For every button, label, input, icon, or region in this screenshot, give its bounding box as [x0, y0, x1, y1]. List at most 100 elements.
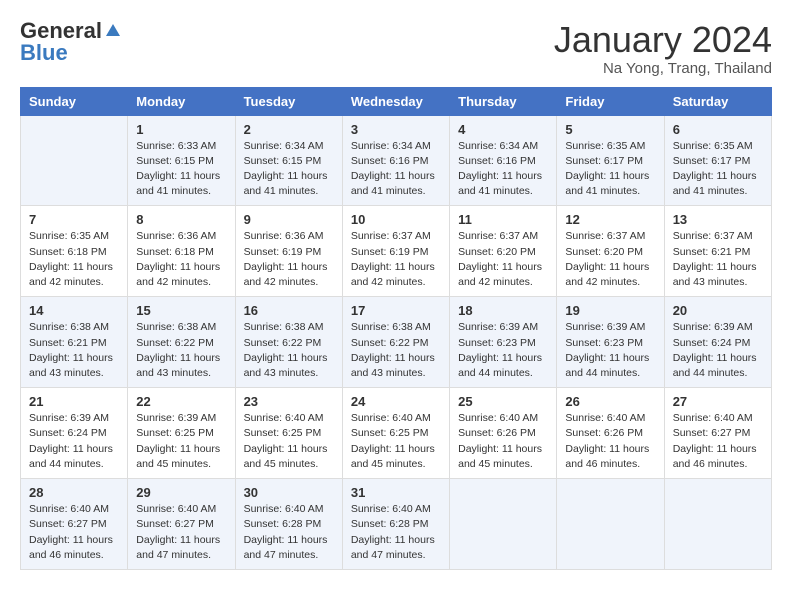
calendar-cell: 15 Sunrise: 6:38 AMSunset: 6:22 PMDayligh…	[128, 297, 235, 388]
day-info: Sunrise: 6:34 AMSunset: 6:16 PMDaylight:…	[351, 139, 441, 200]
calendar-cell: 17 Sunrise: 6:38 AMSunset: 6:22 PMDayligh…	[342, 297, 449, 388]
day-number: 3	[351, 122, 441, 137]
day-info: Sunrise: 6:40 AMSunset: 6:26 PMDaylight:…	[565, 411, 655, 472]
calendar-cell: 4 Sunrise: 6:34 AMSunset: 6:16 PMDaylight…	[450, 115, 557, 206]
day-info: Sunrise: 6:37 AMSunset: 6:19 PMDaylight:…	[351, 229, 441, 290]
day-number: 8	[136, 212, 226, 227]
day-info: Sunrise: 6:36 AMSunset: 6:19 PMDaylight:…	[244, 229, 334, 290]
calendar-week-row: 21 Sunrise: 6:39 AMSunset: 6:24 PMDayligh…	[21, 388, 772, 479]
day-info: Sunrise: 6:39 AMSunset: 6:25 PMDaylight:…	[136, 411, 226, 472]
day-info: Sunrise: 6:39 AMSunset: 6:24 PMDaylight:…	[673, 320, 763, 381]
weekday-header: Tuesday	[235, 87, 342, 115]
day-number: 10	[351, 212, 441, 227]
calendar-cell: 12 Sunrise: 6:37 AMSunset: 6:20 PMDayligh…	[557, 206, 664, 297]
day-number: 14	[29, 303, 119, 318]
calendar-cell: 1 Sunrise: 6:33 AMSunset: 6:15 PMDaylight…	[128, 115, 235, 206]
calendar-cell: 7Sunrise: 6:35 AMSunset: 6:18 PMDaylight…	[21, 206, 128, 297]
day-info: Sunrise: 6:40 AMSunset: 6:26 PMDaylight:…	[458, 411, 548, 472]
day-number: 31	[351, 485, 441, 500]
calendar-cell: 31 Sunrise: 6:40 AMSunset: 6:28 PMDayligh…	[342, 479, 449, 570]
day-number: 2	[244, 122, 334, 137]
day-number: 11	[458, 212, 548, 227]
calendar-cell: 10 Sunrise: 6:37 AMSunset: 6:19 PMDayligh…	[342, 206, 449, 297]
day-number: 19	[565, 303, 655, 318]
day-info: Sunrise: 6:40 AMSunset: 6:28 PMDaylight:…	[351, 502, 441, 563]
day-info: Sunrise: 6:36 AMSunset: 6:18 PMDaylight:…	[136, 229, 226, 290]
day-number: 5	[565, 122, 655, 137]
day-info: Sunrise: 6:40 AMSunset: 6:27 PMDaylight:…	[136, 502, 226, 563]
calendar-cell: 28 Sunrise: 6:40 AMSunset: 6:27 PMDayligh…	[21, 479, 128, 570]
day-info: Sunrise: 6:34 AMSunset: 6:15 PMDaylight:…	[244, 139, 334, 200]
weekday-header: Saturday	[664, 87, 771, 115]
day-number: 27	[673, 394, 763, 409]
calendar-cell: 22 Sunrise: 6:39 AMSunset: 6:25 PMDayligh…	[128, 388, 235, 479]
day-number: 23	[244, 394, 334, 409]
calendar-cell: 19 Sunrise: 6:39 AMSunset: 6:23 PMDayligh…	[557, 297, 664, 388]
logo-general-text: General	[20, 20, 102, 42]
day-number: 22	[136, 394, 226, 409]
day-info: Sunrise: 6:37 AMSunset: 6:21 PMDaylight:…	[673, 229, 763, 290]
calendar-cell: 27Sunrise: 6:40 AMSunset: 6:27 PMDayligh…	[664, 388, 771, 479]
calendar-cell	[664, 479, 771, 570]
day-number: 9	[244, 212, 334, 227]
day-number: 16	[244, 303, 334, 318]
day-number: 15	[136, 303, 226, 318]
day-info: Sunrise: 6:37 AMSunset: 6:20 PMDaylight:…	[565, 229, 655, 290]
calendar-week-row: 1 Sunrise: 6:33 AMSunset: 6:15 PMDaylight…	[21, 115, 772, 206]
day-info: Sunrise: 6:38 AMSunset: 6:22 PMDaylight:…	[136, 320, 226, 381]
calendar-cell: 16 Sunrise: 6:38 AMSunset: 6:22 PMDayligh…	[235, 297, 342, 388]
calendar-cell	[557, 479, 664, 570]
calendar-cell: 25 Sunrise: 6:40 AMSunset: 6:26 PMDayligh…	[450, 388, 557, 479]
day-number: 26	[565, 394, 655, 409]
day-info: Sunrise: 6:37 AMSunset: 6:20 PMDaylight:…	[458, 229, 548, 290]
day-info: Sunrise: 6:38 AMSunset: 6:22 PMDaylight:…	[244, 320, 334, 381]
day-info: Sunrise: 6:38 AMSunset: 6:22 PMDaylight:…	[351, 320, 441, 381]
calendar-week-row: 14Sunrise: 6:38 AMSunset: 6:21 PMDayligh…	[21, 297, 772, 388]
location-text: Na Yong, Trang, Thailand	[554, 60, 772, 77]
calendar-cell: 30Sunrise: 6:40 AMSunset: 6:28 PMDayligh…	[235, 479, 342, 570]
calendar-cell: 18 Sunrise: 6:39 AMSunset: 6:23 PMDayligh…	[450, 297, 557, 388]
day-number: 30	[244, 485, 334, 500]
day-info: Sunrise: 6:40 AMSunset: 6:25 PMDaylight:…	[244, 411, 334, 472]
day-number: 21	[29, 394, 119, 409]
calendar-cell: 3 Sunrise: 6:34 AMSunset: 6:16 PMDaylight…	[342, 115, 449, 206]
day-info: Sunrise: 6:40 AMSunset: 6:27 PMDaylight:…	[29, 502, 119, 563]
day-info: Sunrise: 6:33 AMSunset: 6:15 PMDaylight:…	[136, 139, 226, 200]
calendar-cell: 2 Sunrise: 6:34 AMSunset: 6:15 PMDaylight…	[235, 115, 342, 206]
day-info: Sunrise: 6:39 AMSunset: 6:24 PMDaylight:…	[29, 411, 119, 472]
day-number: 17	[351, 303, 441, 318]
calendar-cell	[21, 115, 128, 206]
calendar-table: SundayMondayTuesdayWednesdayThursdayFrid…	[20, 87, 772, 570]
weekday-header: Thursday	[450, 87, 557, 115]
calendar-cell: 20 Sunrise: 6:39 AMSunset: 6:24 PMDayligh…	[664, 297, 771, 388]
day-number: 7	[29, 212, 119, 227]
day-number: 6	[673, 122, 763, 137]
calendar-week-row: 7Sunrise: 6:35 AMSunset: 6:18 PMDaylight…	[21, 206, 772, 297]
calendar-cell: 11 Sunrise: 6:37 AMSunset: 6:20 PMDayligh…	[450, 206, 557, 297]
day-number: 25	[458, 394, 548, 409]
weekday-header-row: SundayMondayTuesdayWednesdayThursdayFrid…	[21, 87, 772, 115]
day-number: 20	[673, 303, 763, 318]
calendar-cell: 8 Sunrise: 6:36 AMSunset: 6:18 PMDaylight…	[128, 206, 235, 297]
weekday-header: Sunday	[21, 87, 128, 115]
calendar-cell: 23 Sunrise: 6:40 AMSunset: 6:25 PMDayligh…	[235, 388, 342, 479]
day-info: Sunrise: 6:35 AMSunset: 6:17 PMDaylight:…	[673, 139, 763, 200]
weekday-header: Monday	[128, 87, 235, 115]
month-title: January 2024	[554, 20, 772, 60]
day-number: 1	[136, 122, 226, 137]
day-info: Sunrise: 6:39 AMSunset: 6:23 PMDaylight:…	[458, 320, 548, 381]
day-number: 28	[29, 485, 119, 500]
day-info: Sunrise: 6:39 AMSunset: 6:23 PMDaylight:…	[565, 320, 655, 381]
day-number: 24	[351, 394, 441, 409]
day-number: 18	[458, 303, 548, 318]
day-info: Sunrise: 6:34 AMSunset: 6:16 PMDaylight:…	[458, 139, 548, 200]
logo-icon	[104, 22, 122, 40]
day-number: 12	[565, 212, 655, 227]
calendar-cell: 5Sunrise: 6:35 AMSunset: 6:17 PMDaylight…	[557, 115, 664, 206]
calendar-cell: 14Sunrise: 6:38 AMSunset: 6:21 PMDayligh…	[21, 297, 128, 388]
calendar-cell: 24 Sunrise: 6:40 AMSunset: 6:25 PMDayligh…	[342, 388, 449, 479]
calendar-cell: 26 Sunrise: 6:40 AMSunset: 6:26 PMDayligh…	[557, 388, 664, 479]
day-number: 4	[458, 122, 548, 137]
logo-blue-text: Blue	[20, 42, 68, 64]
day-info: Sunrise: 6:40 AMSunset: 6:25 PMDaylight:…	[351, 411, 441, 472]
